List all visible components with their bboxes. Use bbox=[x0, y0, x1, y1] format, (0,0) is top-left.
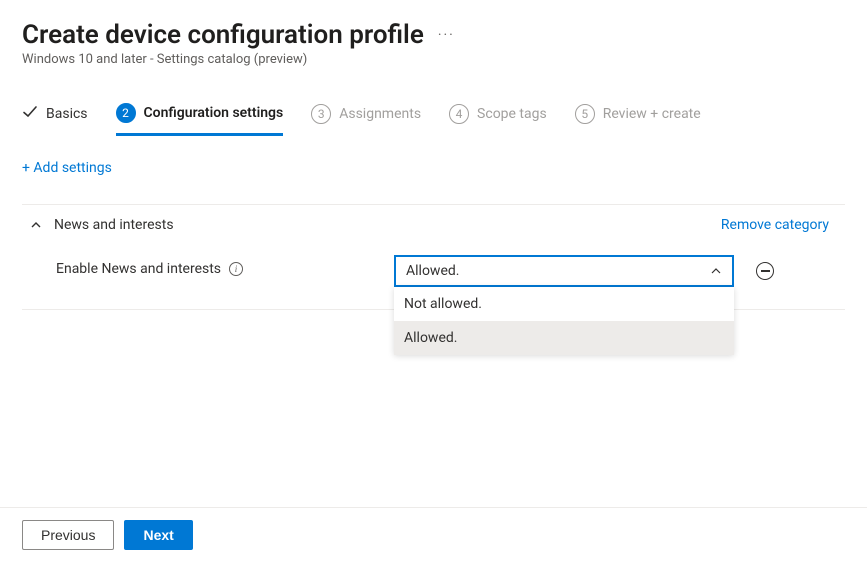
dropdown-panel: Not allowed. Allowed. bbox=[394, 287, 734, 355]
setting-select[interactable]: Allowed. bbox=[394, 255, 734, 287]
wizard-step-label: Scope tags bbox=[477, 106, 547, 122]
dropdown-option-allowed[interactable]: Allowed. bbox=[394, 321, 734, 355]
setting-row: Enable News and interests i Allowed. Not… bbox=[22, 245, 845, 309]
step-number-icon: 2 bbox=[116, 103, 136, 123]
category-title: News and interests bbox=[54, 217, 721, 233]
checkmark-icon bbox=[22, 104, 38, 124]
step-number-icon: 3 bbox=[311, 104, 331, 124]
step-number-icon: 4 bbox=[449, 104, 469, 124]
dropdown-option-not-allowed[interactable]: Not allowed. bbox=[394, 287, 734, 321]
wizard-step-label: Review + create bbox=[603, 106, 701, 122]
page-subtitle: Windows 10 and later - Settings catalog … bbox=[22, 52, 845, 67]
footer: Previous Next bbox=[0, 507, 867, 562]
wizard-step-configuration-settings[interactable]: 2 Configuration settings bbox=[116, 103, 284, 136]
remove-category-link[interactable]: Remove category bbox=[721, 217, 829, 233]
previous-button[interactable]: Previous bbox=[22, 520, 114, 550]
wizard-step-label: Assignments bbox=[339, 106, 421, 122]
setting-label: Enable News and interests bbox=[56, 261, 221, 277]
wizard-step-review-create[interactable]: 5 Review + create bbox=[575, 104, 701, 134]
wizard-step-label: Basics bbox=[46, 106, 88, 122]
add-settings-link[interactable]: + Add settings bbox=[22, 160, 112, 176]
category-panel: News and interests Remove category Enabl… bbox=[22, 204, 845, 310]
chevron-up-icon bbox=[710, 265, 722, 277]
setting-select-value: Allowed. bbox=[406, 263, 459, 279]
wizard-step-assignments[interactable]: 3 Assignments bbox=[311, 104, 421, 134]
wizard-step-label: Configuration settings bbox=[144, 105, 284, 121]
category-header: News and interests Remove category bbox=[22, 205, 845, 245]
wizard-step-scope-tags[interactable]: 4 Scope tags bbox=[449, 104, 547, 134]
remove-setting-icon[interactable] bbox=[756, 262, 774, 280]
step-number-icon: 5 bbox=[575, 104, 595, 124]
info-icon[interactable]: i bbox=[229, 262, 243, 276]
more-icon[interactable]: ··· bbox=[438, 27, 455, 43]
chevron-up-icon[interactable] bbox=[30, 219, 42, 231]
wizard-steps: Basics 2 Configuration settings 3 Assign… bbox=[22, 103, 845, 136]
next-button[interactable]: Next bbox=[124, 520, 192, 550]
page-title: Create device configuration profile bbox=[22, 20, 424, 50]
wizard-step-basics[interactable]: Basics bbox=[22, 104, 88, 134]
